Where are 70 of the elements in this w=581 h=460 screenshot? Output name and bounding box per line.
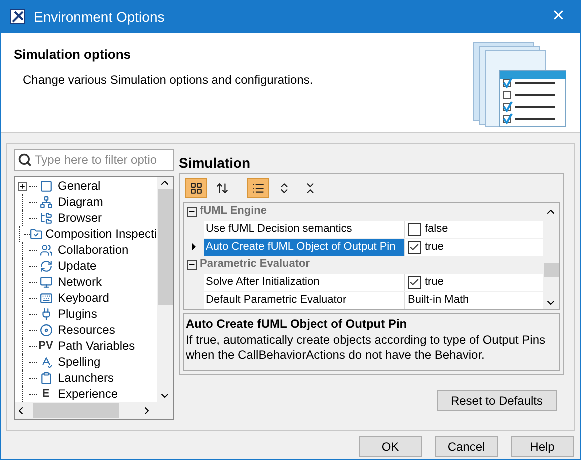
- group-header: Parametric Evaluator: [200, 257, 310, 272]
- keyboard-icon: [40, 292, 52, 304]
- tree-item[interactable]: Resources: [55, 321, 116, 339]
- folder-tree-icon: [40, 212, 52, 224]
- description-title: Auto Create fUML Object of Output Pin: [186, 316, 408, 333]
- plug-icon: [40, 308, 52, 320]
- header-description: Change various Simulation options and configurations.: [22, 72, 314, 88]
- tree-item[interactable]: Composition Inspecti: [42, 225, 157, 243]
- tree-icon-label: E: [42, 386, 50, 402]
- tree-item[interactable]: Plugins: [55, 305, 98, 323]
- row-pointer-icon: [192, 243, 196, 251]
- dialog-button[interactable]: Help: [511, 436, 574, 457]
- toolbar-button[interactable]: [185, 178, 207, 198]
- property-name[interactable]: Default Parametric Evaluator: [204, 292, 404, 308]
- property-name[interactable]: Use fUML Decision semantics: [204, 220, 404, 238]
- disc-icon: [40, 324, 52, 336]
- tree-item[interactable]: Keyboard: [55, 289, 110, 307]
- search-icon: [18, 153, 32, 167]
- grid-icon: [190, 182, 202, 194]
- group-toggle[interactable]: [187, 206, 197, 216]
- tree-item[interactable]: Spelling: [55, 353, 101, 371]
- scrollbar-thumb[interactable]: [544, 263, 558, 277]
- description-text: If true, automatically create objects according to type of Output Pins when the CallBehaviorActions do not have the Behavior.: [186, 333, 547, 363]
- checkbox[interactable]: [408, 222, 421, 236]
- property-value: Built-in Math: [408, 292, 470, 308]
- folder-check-icon: [30, 228, 43, 240]
- checkbox[interactable]: [408, 276, 421, 288]
- list-icon: [252, 182, 264, 194]
- panel-title: Simulation: [179, 154, 252, 173]
- window-title: Environment Options: [34, 8, 166, 27]
- property-value: false: [425, 222, 448, 237]
- dialog-button[interactable]: OK: [359, 436, 422, 457]
- close-button[interactable]: ✕: [546, 5, 571, 29]
- plus-icon: [18, 182, 26, 190]
- tree-item[interactable]: Diagram: [55, 193, 104, 211]
- people-icon: [40, 244, 52, 256]
- tree-item[interactable]: Network: [55, 273, 102, 291]
- search-field[interactable]: Type here to filter optio: [14, 149, 174, 171]
- tree-item[interactable]: Collaboration: [55, 241, 129, 259]
- tree-item[interactable]: General: [55, 177, 101, 195]
- spell-check-icon: [40, 356, 52, 368]
- vertical-scrollbar[interactable]: [157, 177, 173, 402]
- property-value: true: [425, 274, 444, 290]
- toolbar-button[interactable]: [247, 178, 269, 198]
- clipboard-icon: [40, 372, 52, 384]
- square-icon: [40, 180, 52, 192]
- horizontal-scrollbar[interactable]: [15, 402, 173, 419]
- sort-icon: [216, 182, 228, 194]
- expand-toggle[interactable]: [18, 182, 26, 190]
- tree-icon-label: PV: [38, 338, 54, 354]
- tree-item[interactable]: Experience: [55, 385, 118, 402]
- tree-item[interactable]: Browser: [55, 209, 102, 227]
- reset-button[interactable]: Reset to Defaults: [436, 390, 557, 411]
- property-value: true: [425, 240, 444, 255]
- property-name[interactable]: Solve After Initialization: [204, 274, 404, 290]
- property-name[interactable]: Auto Create fUML Object of Output Pin: [204, 238, 404, 256]
- tree-item[interactable]: Path Variables: [55, 337, 136, 355]
- tree-item[interactable]: Launchers: [55, 369, 114, 387]
- scrollbar-thumb[interactable]: [158, 189, 172, 305]
- group-header: fUML Engine: [200, 204, 268, 220]
- scrollbar-thumb[interactable]: [33, 403, 119, 418]
- hierarchy-icon: [40, 196, 52, 208]
- refresh-icon: [40, 260, 52, 272]
- header-title: Simulation options: [14, 46, 132, 64]
- group-toggle[interactable]: [187, 260, 197, 270]
- app-logo-icon: [10, 9, 26, 25]
- checkbox[interactable]: [408, 240, 421, 254]
- dialog-button[interactable]: Cancel: [435, 436, 498, 457]
- tree-item[interactable]: Update: [55, 257, 97, 275]
- monitor-icon: [40, 276, 52, 288]
